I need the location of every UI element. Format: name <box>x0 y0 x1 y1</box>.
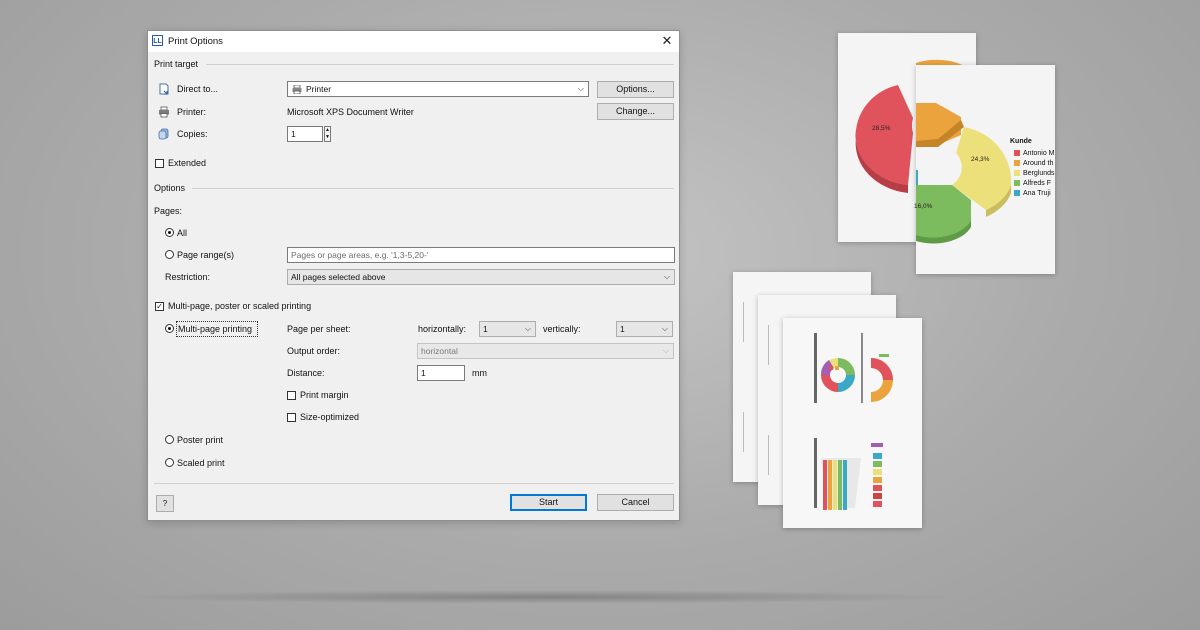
footer-divider <box>154 483 674 484</box>
change-printer-button[interactable]: Change... <box>597 103 674 120</box>
slice-label-3: 16,0% <box>914 203 933 210</box>
legend-entry-text: Ana Truji <box>1023 190 1051 197</box>
page-range-radio[interactable] <box>165 250 174 259</box>
direct-to-value: Printer <box>306 84 332 94</box>
output-order-value: horizontal <box>421 346 458 356</box>
options-button[interactable]: Options... <box>597 81 674 98</box>
pages-label: Pages: <box>154 206 183 216</box>
legend-swatch <box>1014 190 1020 196</box>
direct-to-select[interactable]: Printer ⌵ <box>287 81 589 97</box>
legend-entry-text: Around th <box>1023 160 1054 167</box>
legend-swatch <box>1014 180 1020 186</box>
legend-title: Kunde <box>1010 138 1032 145</box>
floor-shadow <box>115 590 965 604</box>
copies-label: Copies: <box>177 129 208 139</box>
page-range-label: Page range(s) <box>177 250 235 260</box>
output-order-select[interactable]: horizontal ⌵ <box>417 343 674 359</box>
copies-input[interactable]: 1 <box>287 126 323 142</box>
printer-label: Printer: <box>177 107 207 117</box>
print-margin-label: Print margin <box>300 390 349 400</box>
print-margin-checkbox[interactable] <box>287 391 296 400</box>
chevron-down-icon: ⌵ <box>662 346 669 355</box>
chevron-down-icon: ⌵ <box>661 324 668 333</box>
horizontally-select[interactable]: 1 ⌵ <box>479 321 536 337</box>
restriction-value: All pages selected above <box>291 272 386 282</box>
multipage-printing-radio[interactable] <box>165 324 174 333</box>
print-target-section-label: Print target <box>154 59 199 69</box>
start-button[interactable]: Start <box>510 494 587 511</box>
vertically-label: vertically: <box>543 324 581 334</box>
section-divider <box>192 188 674 189</box>
sheet-text-line <box>768 325 769 365</box>
printer-icon <box>159 106 169 118</box>
poster-print-label: Poster print <box>177 435 224 445</box>
distance-unit: mm <box>472 368 487 378</box>
title-bar: LL Print Options ✕ <box>148 31 679 52</box>
close-icon[interactable]: ✕ <box>658 32 676 50</box>
preview-sheet-3 <box>783 318 922 528</box>
multipage-printing-label: Multi-page printing <box>178 324 253 334</box>
copies-stepper[interactable]: ▲ ▼ <box>324 126 331 142</box>
print-options-dialog: LL Print Options ✕ Print target Direct t… <box>147 30 680 521</box>
legend-entry: Ana Truji <box>1014 190 1051 197</box>
printer-value: Microsoft XPS Document Writer <box>287 107 414 117</box>
page-per-sheet-label: Page per sheet: <box>287 324 351 334</box>
legend-entry-text: Berglunds <box>1023 170 1055 177</box>
chevron-down-icon: ⌵ <box>663 272 670 281</box>
direct-to-label: Direct to... <box>177 84 219 94</box>
sheet-text-line <box>743 302 744 342</box>
legend-entry-text: Antonio M <box>1023 150 1055 157</box>
extended-label: Extended <box>168 158 207 168</box>
chevron-down-icon: ⌵ <box>577 84 584 93</box>
distance-input[interactable]: 1 <box>417 365 465 381</box>
poster-print-radio[interactable] <box>165 435 174 444</box>
help-icon[interactable]: ? <box>156 495 174 512</box>
vertically-value: 1 <box>620 324 625 334</box>
scaled-print-label: Scaled print <box>177 458 225 468</box>
section-divider <box>206 64 674 65</box>
legend-entry-text: Alfreds F <box>1023 180 1052 187</box>
multipage-checkbox[interactable]: ✓ <box>155 302 164 311</box>
chevron-down-icon: ⌵ <box>524 324 531 333</box>
sheet-text-line <box>743 412 744 452</box>
app-logo-icon: LL <box>152 35 163 46</box>
size-optimized-checkbox[interactable] <box>287 413 296 422</box>
scaled-print-radio[interactable] <box>165 458 174 467</box>
vertically-select[interactable]: 1 ⌵ <box>616 321 673 337</box>
legend-swatch <box>1014 150 1020 156</box>
copies-icon <box>158 128 169 140</box>
distance-label: Distance: <box>287 368 325 378</box>
restriction-select[interactable]: All pages selected above ⌵ <box>287 269 675 285</box>
slice-label-2: 24,3% <box>971 156 990 163</box>
restriction-label: Restriction: <box>165 272 211 282</box>
printer-small-icon <box>292 85 302 94</box>
options-section-label: Options <box>154 183 186 193</box>
pages-all-radio[interactable] <box>165 228 174 237</box>
size-optimized-label: Size-optimized <box>300 412 360 422</box>
output-order-label: Output order: <box>287 346 341 356</box>
legend-entry: Alfreds F <box>1014 180 1051 187</box>
legend-entry: Around th <box>1014 160 1053 167</box>
cancel-button[interactable]: Cancel <box>597 494 674 511</box>
legend-swatch <box>1014 160 1020 166</box>
extended-checkbox[interactable] <box>155 159 164 168</box>
page-range-input[interactable]: Pages or page areas, e.g. '1,3-5,20-' <box>287 247 675 263</box>
pages-all-label: All <box>177 228 188 238</box>
multipage-checkbox-label: Multi-page, poster or scaled printing <box>168 301 312 311</box>
legend-swatch <box>1014 170 1020 176</box>
direct-to-icon <box>159 83 169 95</box>
legend-entry: Berglunds <box>1014 170 1055 177</box>
legend-entry: Antonio M <box>1014 150 1055 157</box>
horizontally-value: 1 <box>483 324 488 334</box>
sheet-text-line <box>768 435 769 475</box>
sheet-thumbnails <box>814 333 893 510</box>
horizontally-label: horizontally: <box>418 324 467 334</box>
dialog-title: Print Options <box>168 36 223 47</box>
slice-label-1: 28,5% <box>872 125 891 132</box>
preview-page-front: 24,3% 16,0% Kunde Antonio M Around th Be… <box>914 65 1055 274</box>
